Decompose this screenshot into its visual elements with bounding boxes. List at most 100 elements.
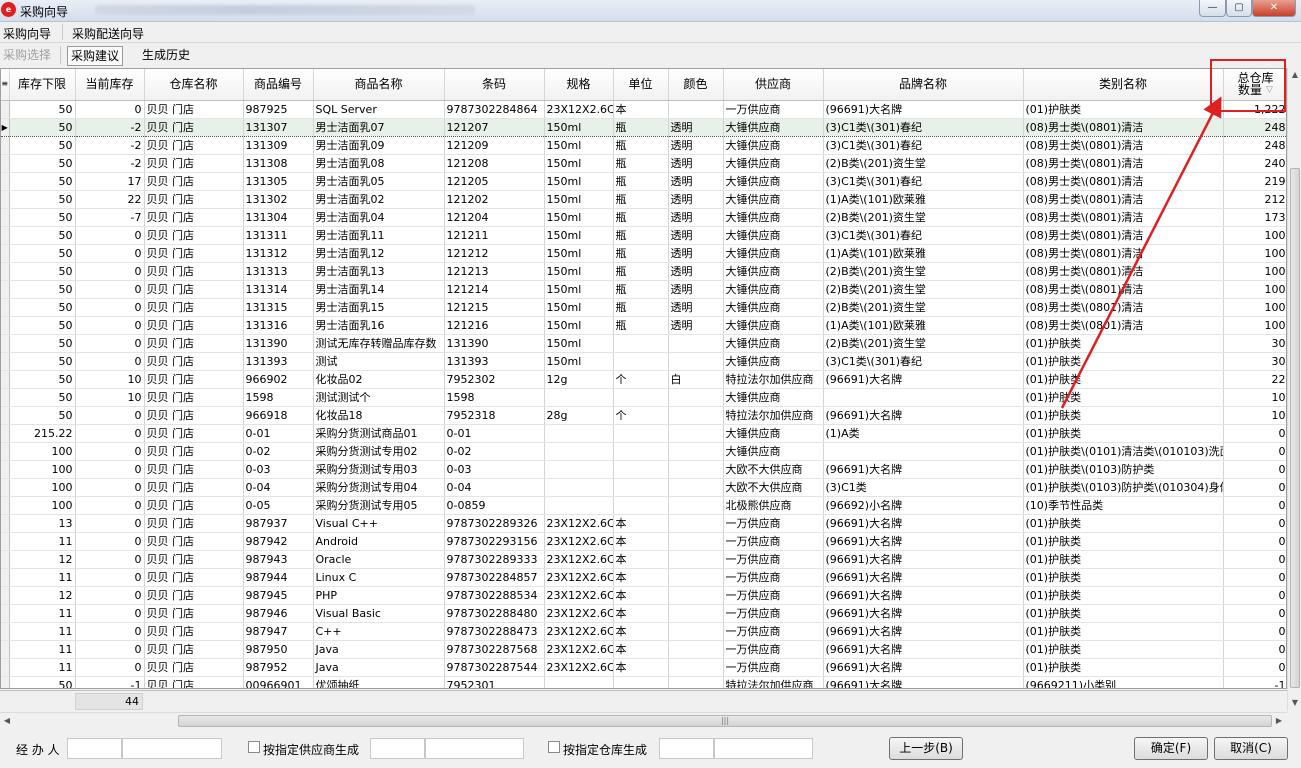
table-row[interactable]: 11 0 贝贝 门店 987950 Java 9787302287568 23X12X2.6… (1, 640, 1286, 659)
cell-product-name[interactable]: 采购分货测试专用03 (313, 460, 445, 479)
cell-brand[interactable]: (96691)大名牌 (823, 406, 1024, 425)
cell-supplier[interactable]: 一万供应商 (723, 640, 824, 659)
cell-product-code[interactable]: 131302 (243, 190, 314, 209)
cell-spec[interactable] (544, 478, 614, 497)
cell-current-stock[interactable]: 0 (75, 262, 145, 281)
cell-supplier[interactable]: 大锤供应商 (723, 388, 824, 407)
cell-total-warehouse-qty[interactable]: 0 (1223, 568, 1286, 587)
table-row[interactable]: ▶ 50 -2 贝贝 门店 131307 男士洁面乳07 121207 150ml 瓶透明 大锤供… (1, 117, 1286, 137)
cell-total-warehouse-qty[interactable]: 1,222 (1223, 100, 1286, 119)
cell-barcode[interactable]: 121202 (444, 190, 545, 209)
cell-spec[interactable]: 150ml (544, 117, 614, 137)
cell-spec[interactable]: 23X12X2.6CM (544, 604, 614, 623)
cell-category[interactable]: (08)男士类\(0801)清洁 (1023, 172, 1224, 191)
cell-product-code[interactable]: 987925 (243, 100, 314, 119)
cell-color[interactable] (668, 550, 724, 569)
cell-warehouse[interactable]: 贝贝 门店 (144, 226, 244, 245)
cell-supplier[interactable]: 大锤供应商 (723, 117, 824, 137)
cell-category[interactable]: (08)男士类\(0801)清洁 (1023, 190, 1224, 209)
cell-min-stock[interactable]: 50 (9, 406, 76, 425)
cell-product-name[interactable]: PHP (313, 586, 445, 605)
cell-product-name[interactable]: 男士洁面乳07 (313, 117, 445, 137)
cell-brand[interactable]: (1)A类\(101)欧莱雅 (823, 244, 1024, 263)
cell-spec[interactable]: 23X12X2.6CM (544, 640, 614, 659)
cell-brand[interactable]: (96691)大名牌 (823, 586, 1024, 605)
cell-unit[interactable] (613, 388, 669, 407)
cell-total-warehouse-qty[interactable]: 0 (1223, 478, 1286, 497)
cell-brand[interactable]: (1)A类 (823, 424, 1024, 443)
cell-color[interactable]: 白 (668, 370, 724, 389)
table-row[interactable]: 12 0 贝贝 门店 987943 Oracle 9787302289333 23X12X2… (1, 550, 1286, 569)
cell-color[interactable] (668, 604, 724, 623)
table-row[interactable]: 11 0 贝贝 门店 987946 Visual Basic 9787302288480 2… (1, 604, 1286, 623)
row-selector[interactable] (1, 352, 10, 371)
cell-product-code[interactable]: 987947 (243, 622, 314, 641)
cell-product-code[interactable]: 131311 (243, 226, 314, 245)
cell-product-name[interactable]: Visual C++ (313, 514, 445, 533)
cell-color[interactable] (668, 424, 724, 443)
cell-color[interactable] (668, 496, 724, 515)
cell-brand[interactable]: (96691)大名牌 (823, 676, 1024, 688)
cell-min-stock[interactable]: 50 (9, 208, 76, 227)
cell-brand[interactable]: (2)B类\(201)资生堂 (823, 208, 1024, 227)
cell-category[interactable]: (08)男士类\(0801)清洁 (1023, 298, 1224, 317)
table-row[interactable]: 11 0 贝贝 门店 987952 Java 9787302287544 23X12X2.6… (1, 658, 1286, 677)
cell-total-warehouse-qty[interactable]: 0 (1223, 442, 1286, 461)
cell-brand[interactable]: (96691)大名牌 (823, 460, 1024, 479)
cell-product-name[interactable]: 采购分货测试专用04 (313, 478, 445, 497)
sort-indicator-icon[interactable]: ▽ (1266, 85, 1273, 95)
tab-generation-history[interactable]: 生成历史 (139, 46, 193, 66)
cell-color[interactable]: 透明 (668, 154, 724, 173)
table-row[interactable]: 50 0 贝贝 门店 131312 男士洁面乳12 121212 150ml 瓶透明 大锤供应商… (1, 244, 1286, 263)
cell-unit[interactable] (613, 460, 669, 479)
column-header-barcode[interactable]: 条码 (444, 69, 545, 101)
table-row[interactable]: 50 -2 贝贝 门店 131308 男士洁面乳08 121208 150ml 瓶透明 大锤供应… (1, 154, 1286, 173)
cell-unit[interactable]: 瓶 (613, 280, 669, 299)
cell-product-name[interactable]: 男士洁面乳08 (313, 154, 445, 173)
cell-unit[interactable]: 本 (613, 100, 669, 119)
cell-barcode[interactable]: 121216 (444, 316, 545, 335)
cell-category[interactable]: (08)男士类\(0801)清洁 (1023, 117, 1224, 137)
cell-supplier[interactable]: 大锤供应商 (723, 154, 824, 173)
cell-product-name[interactable]: Visual Basic (313, 604, 445, 623)
cell-total-warehouse-qty[interactable]: 0 (1223, 424, 1286, 443)
cell-category[interactable]: (01)护肤类 (1023, 514, 1224, 533)
cell-current-stock[interactable]: 0 (75, 442, 145, 461)
table-row[interactable]: 50 17 贝贝 门店 131305 男士洁面乳05 121205 150ml 瓶透明 大锤供应… (1, 172, 1286, 191)
cell-min-stock[interactable]: 50 (9, 100, 76, 119)
cell-unit[interactable]: 瓶 (613, 117, 669, 137)
cell-unit[interactable]: 本 (613, 640, 669, 659)
cell-current-stock[interactable]: 0 (75, 568, 145, 587)
cell-spec[interactable] (544, 676, 614, 688)
cell-spec[interactable] (544, 496, 614, 515)
cell-color[interactable]: 透明 (668, 244, 724, 263)
cell-product-code[interactable]: 0-05 (243, 496, 314, 515)
cell-warehouse[interactable]: 贝贝 门店 (144, 478, 244, 497)
row-selector[interactable] (1, 514, 10, 533)
cell-product-name[interactable]: 男士洁面乳12 (313, 244, 445, 263)
cell-color[interactable]: 透明 (668, 117, 724, 137)
table-row[interactable]: 110贝贝 门店987947C++978730228847323X12X2.6C… (1, 622, 1286, 641)
menu-item-purchase-distribution-wizard[interactable]: 采购配送向导 (72, 25, 144, 42)
cell-product-name[interactable]: 化妆品18 (313, 406, 445, 425)
row-selector[interactable] (1, 604, 10, 623)
cell-brand[interactable]: (96691)大名牌 (823, 550, 1024, 569)
cell-current-stock[interactable]: 0 (75, 316, 145, 335)
cell-unit[interactable]: 本 (613, 622, 669, 641)
row-selector[interactable] (1, 676, 10, 688)
cell-spec[interactable]: 23X12X2.6CM (544, 622, 614, 641)
cell-min-stock[interactable]: 50 (9, 316, 76, 335)
cell-unit[interactable] (613, 496, 669, 515)
cell-spec[interactable]: 23X12X2.6CM (544, 550, 614, 569)
cell-product-name[interactable]: C++ (313, 622, 445, 641)
cell-supplier[interactable]: 一万供应商 (723, 622, 824, 641)
cell-min-stock[interactable]: 11 (9, 640, 76, 659)
cell-min-stock[interactable]: 50 (9, 117, 76, 137)
table-row[interactable]: 50 -1 贝贝 门店 00966901 优颂抽纸 7952301 特拉法尔加供应商 (966… (1, 676, 1286, 688)
cell-color[interactable] (668, 478, 724, 497)
supplier-name-field[interactable] (425, 738, 524, 759)
vertical-scrollbar[interactable]: ▲ ▼ (1287, 68, 1301, 711)
cell-supplier[interactable]: 大锤供应商 (723, 244, 824, 263)
cell-total-warehouse-qty[interactable]: 0 (1223, 550, 1286, 569)
cell-warehouse[interactable]: 贝贝 门店 (144, 190, 244, 209)
